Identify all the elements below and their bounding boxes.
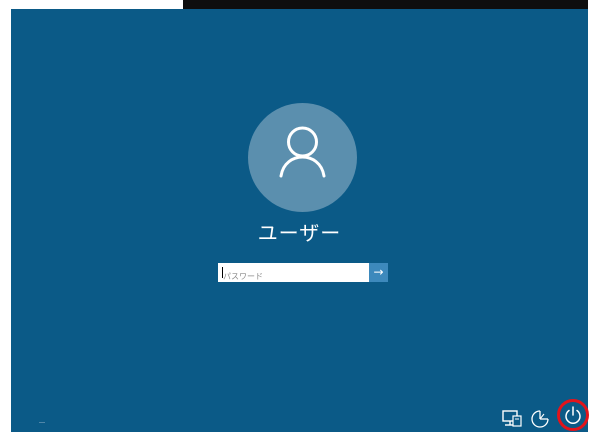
user-name: ユーザー: [257, 221, 342, 245]
power-icon[interactable]: [562, 404, 584, 426]
password-field[interactable]: [218, 263, 369, 285]
password-input[interactable]: [219, 268, 368, 285]
arrow-right-icon: →: [373, 265, 384, 279]
user-avatar-icon: [248, 103, 357, 212]
submit-arrow-button[interactable]: →: [369, 263, 388, 282]
ease-of-access-icon[interactable]: [529, 408, 551, 430]
lock-screen: ユーザー →: [11, 9, 589, 432]
network-icon[interactable]: [501, 408, 523, 430]
status-indicator: [39, 422, 45, 423]
text-caret: [222, 267, 223, 278]
top-window-bar: [183, 0, 588, 9]
